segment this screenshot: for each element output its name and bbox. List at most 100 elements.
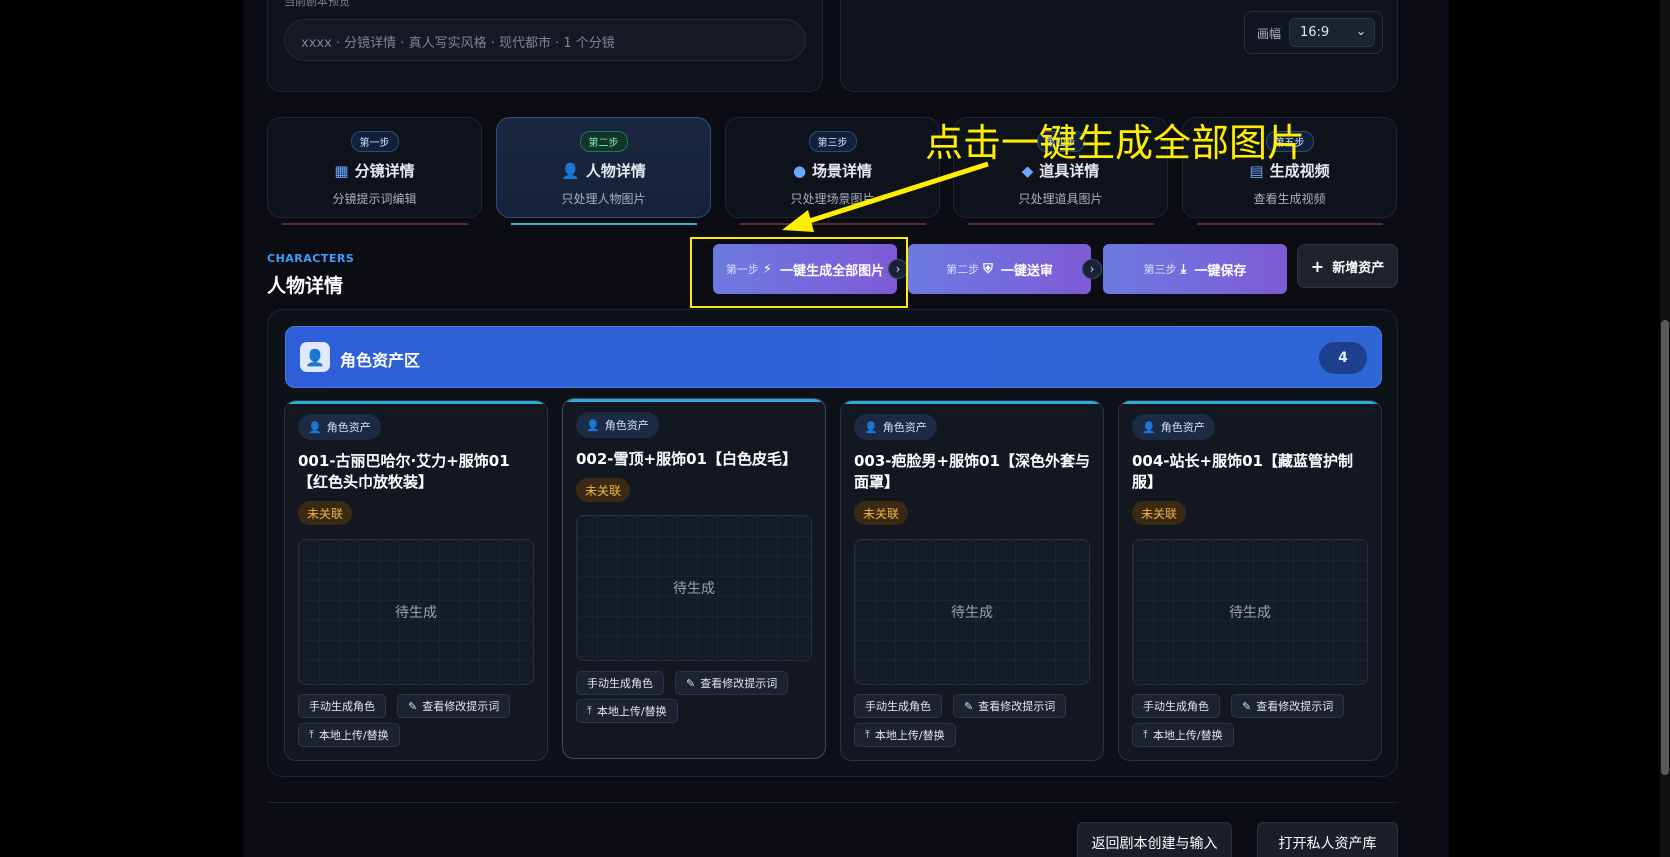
annotation-text: 点击一键生成全部图片 (925, 121, 1306, 165)
upload-replace-button[interactable]: ⤒ 本地上传/替换 (854, 723, 956, 747)
upload-replace-button[interactable]: ⤒ 本地上传/替换 (576, 699, 678, 723)
location-pin-icon: ● (792, 162, 807, 180)
step-badge: 第三步 (808, 131, 857, 152)
upload-label: 本地上传/替换 (1152, 729, 1223, 742)
edit-icon: ✎ (686, 676, 696, 690)
settings-panel: 画幅 16:9 ⌄ (840, 0, 1398, 92)
user-icon: 👤 (561, 162, 580, 180)
add-asset-button[interactable]: + 新增资产 (1297, 244, 1398, 288)
user-icon: 👤 (308, 420, 322, 434)
asset-type-label: 角色资产 (604, 419, 649, 432)
upload-icon: ⤒ (1143, 728, 1148, 741)
aspect-ratio-value: 16:9 (1300, 25, 1330, 40)
script-preview-label: 当前剧本预览 (284, 0, 350, 8)
character-card[interactable]: 👤 角色资产 004-站长+服饰01【藏蓝管护制服】 未关联 待生成 手动生成角色… (1118, 400, 1382, 761)
script-preview-panel: 当前剧本预览 xxxx · 分镜详情 · 真人写实风格 · 现代都市 · 1 个… (267, 0, 823, 92)
character-name: 003-疤脸男+服饰01【深色外套与面罩】 (854, 452, 1090, 491)
asset-count-badge: 4 (1319, 342, 1367, 374)
link-status-badge: 未关联 (298, 501, 353, 525)
aspect-ratio-label: 画幅 (1257, 27, 1282, 41)
tab-step-1-storyboard[interactable]: 第一步 ▦ 分镜详情 分镜提示词编辑 (267, 117, 482, 218)
action-label: 一键保存 (1194, 263, 1247, 279)
image-preview: 待生成 (854, 539, 1090, 685)
character-name: 002-雪顶+服饰01【白色皮毛】 (576, 450, 797, 468)
step-subtitle: 查看生成视频 (1253, 192, 1326, 206)
link-status-badge: 未关联 (576, 478, 631, 502)
divider (267, 802, 1398, 803)
action-label: 一键送审 (1000, 263, 1053, 279)
step-badge: 第二步 (579, 131, 628, 152)
save-all-button[interactable]: 第三步 ⤓ 一键保存 (1103, 244, 1287, 294)
annotation-highlight-box (690, 237, 908, 308)
character-card[interactable]: 👤 角色资产 001-古丽巴哈尔·艾力+服饰01【红色头巾放牧装】 未关联 待生成… (284, 400, 548, 761)
edit-icon: ✎ (964, 699, 974, 713)
shield-icon: ⛨ (983, 261, 993, 277)
submit-review-button[interactable]: 第二步 ⛨ 一键送审 (908, 244, 1091, 294)
character-card[interactable]: 👤 角色资产 003-疤脸男+服饰01【深色外套与面罩】 未关联 待生成 手动生成… (840, 400, 1104, 761)
scrollbar-thumb[interactable] (1661, 320, 1669, 775)
step-title: 人物详情 (585, 162, 646, 180)
manual-generate-button[interactable]: 手动生成角色 (854, 694, 942, 718)
step-subtitle: 只处理场景图片 (790, 192, 875, 206)
manual-generate-button[interactable]: 手动生成角色 (1132, 694, 1220, 718)
aspect-ratio-select[interactable]: 16:9 ⌄ (1289, 18, 1375, 47)
upload-label: 本地上传/替换 (318, 729, 389, 742)
chevron-right-icon: › (1082, 259, 1102, 279)
step-indicator (1197, 223, 1383, 225)
section-tag: CHARACTERS (267, 252, 355, 265)
edit-prompt-button[interactable]: ✎ 查看修改提示词 (397, 694, 511, 718)
asset-type-tag: 👤 角色资产 (576, 412, 659, 438)
user-icon: 👤 (864, 420, 878, 434)
edit-prompt-button[interactable]: ✎ 查看修改提示词 (953, 694, 1067, 718)
user-icon: 👤 (300, 342, 330, 372)
back-to-script-button[interactable]: 返回剧本创建与输入 (1077, 822, 1232, 857)
step-indicator (282, 223, 468, 225)
asset-area-title: 角色资产区 (340, 351, 421, 370)
step-subtitle: 分镜提示词编辑 (332, 192, 417, 206)
image-preview: 待生成 (1132, 539, 1368, 685)
edit-prompt-label: 查看修改提示词 (422, 700, 500, 713)
edit-prompt-label: 查看修改提示词 (700, 677, 778, 690)
character-name: 001-古丽巴哈尔·艾力+服饰01【红色头巾放牧装】 (298, 452, 510, 491)
step-badge: 第一步 (350, 131, 399, 152)
aspect-ratio-group: 画幅 16:9 ⌄ (1244, 11, 1383, 54)
upload-icon: ⤒ (587, 704, 592, 717)
manual-generate-button[interactable]: 手动生成角色 (576, 671, 664, 695)
chevron-down-icon: ⌄ (1355, 24, 1366, 38)
user-icon: 👤 (586, 418, 600, 432)
open-private-library-button[interactable]: 打开私人资产库 (1257, 822, 1398, 857)
step-title: 分镜详情 (354, 162, 415, 180)
asset-area: 👤 角色资产区 4 👤 角色资产 001-古丽巴哈尔·艾力+服饰01【红色头巾放牧… (267, 309, 1398, 777)
edit-prompt-label: 查看修改提示词 (1256, 700, 1334, 713)
character-name: 004-站长+服饰01【藏蓝管护制服】 (1132, 452, 1353, 491)
grid-icon: ▦ (334, 162, 349, 180)
action-step-label: 第二步 (946, 263, 980, 276)
step-subtitle: 只处理道具图片 (1018, 192, 1103, 206)
upload-icon: ⤒ (309, 728, 314, 741)
character-card[interactable]: 👤 角色资产 002-雪顶+服饰01【白色皮毛】 未关联 待生成 手动生成角色 ✎… (562, 398, 826, 759)
edit-prompt-button[interactable]: ✎ 查看修改提示词 (1231, 694, 1345, 718)
step-indicator (740, 223, 926, 225)
step-indicator (968, 223, 1154, 225)
tab-step-3-scenes[interactable]: 第三步 ● 场景详情 只处理场景图片 (725, 117, 940, 218)
asset-type-tag: 👤 角色资产 (854, 414, 937, 440)
section-title: 人物详情 (267, 275, 344, 297)
download-icon: ⤓ (1180, 261, 1187, 277)
scrollbar-track[interactable] (1660, 0, 1670, 857)
link-status-badge: 未关联 (854, 501, 909, 525)
edit-prompt-button[interactable]: ✎ 查看修改提示词 (675, 671, 789, 695)
asset-area-header: 👤 角色资产区 4 (285, 326, 1382, 388)
manual-generate-button[interactable]: 手动生成角色 (298, 694, 386, 718)
asset-type-label: 角色资产 (1160, 421, 1205, 434)
step-subtitle: 只处理人物图片 (561, 192, 646, 206)
script-summary-field: xxxx · 分镜详情 · 真人写实风格 · 现代都市 · 1 个分镜 (284, 19, 806, 61)
user-icon: 👤 (1142, 420, 1156, 434)
tab-step-2-characters[interactable]: 第二步 👤 人物详情 只处理人物图片 (496, 117, 711, 218)
upload-replace-button[interactable]: ⤒ 本地上传/替换 (1132, 723, 1234, 747)
add-asset-label: 新增资产 (1332, 260, 1385, 276)
upload-icon: ⤒ (865, 728, 870, 741)
step-indicator-active (511, 223, 697, 225)
image-preview: 待生成 (576, 515, 812, 661)
upload-replace-button[interactable]: ⤒ 本地上传/替换 (298, 723, 400, 747)
upload-label: 本地上传/替换 (874, 729, 945, 742)
